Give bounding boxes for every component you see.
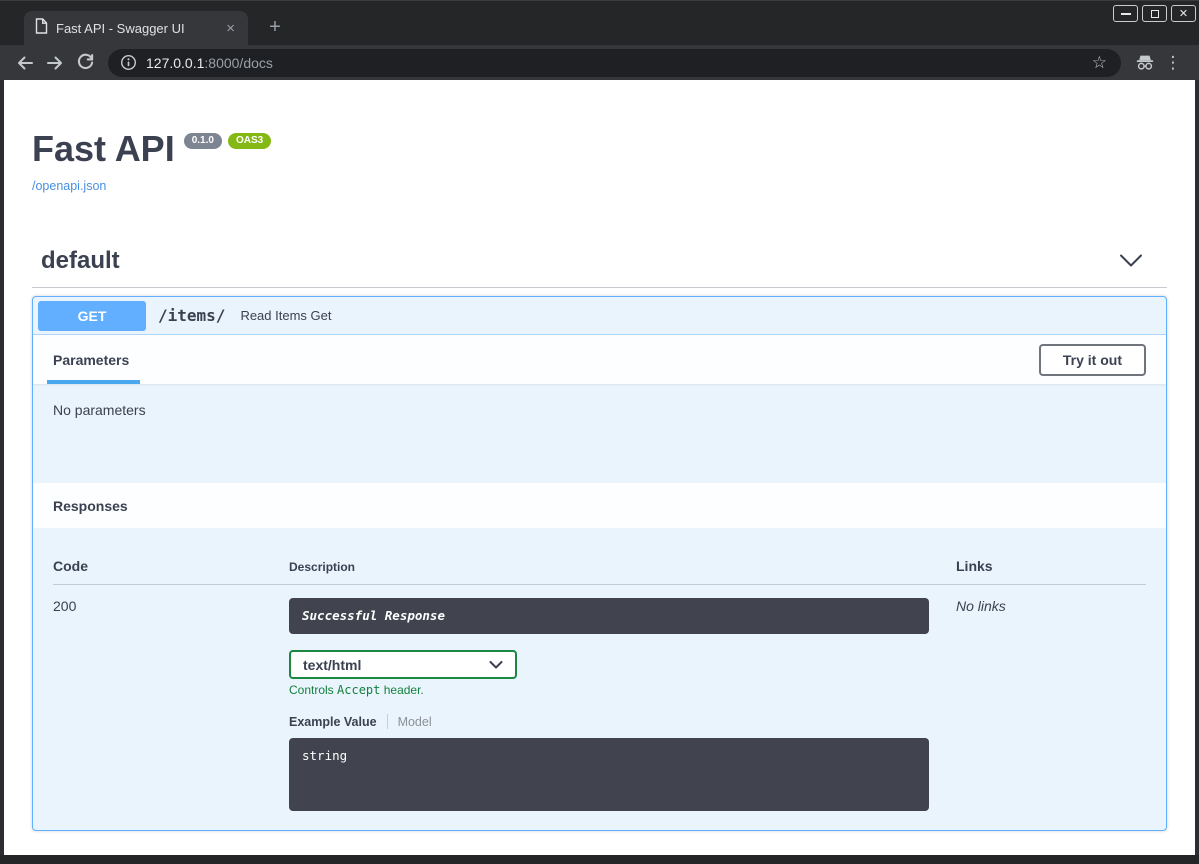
- op-summary[interactable]: GET /items/ Read Items Get: [33, 297, 1166, 335]
- response-links: No links: [956, 598, 1146, 614]
- page-favicon-icon: [35, 18, 48, 39]
- openapi-spec-link[interactable]: /openapi.json: [32, 179, 106, 193]
- browser-tab[interactable]: Fast API - Swagger UI ×: [24, 11, 248, 46]
- tag-section-default[interactable]: default: [32, 247, 1167, 288]
- responses-title: Responses: [53, 498, 128, 514]
- reload-button[interactable]: [70, 48, 100, 78]
- tab-model[interactable]: Model: [398, 715, 432, 729]
- page-content: Fast API 0.1.0 OAS3 /openapi.json defaul…: [4, 80, 1195, 855]
- hint-code: Accept: [337, 683, 380, 697]
- parameters-tab-underline: [47, 380, 140, 384]
- close-button[interactable]: ✕: [1171, 5, 1196, 22]
- site-info-icon[interactable]: [120, 54, 137, 71]
- titlebar: Fast API - Swagger UI × + ✕: [0, 0, 1199, 45]
- url-path: :8000/docs: [204, 55, 273, 71]
- back-button[interactable]: [10, 48, 40, 78]
- try-it-out-button[interactable]: Try it out: [1039, 344, 1146, 376]
- bookmark-star-icon[interactable]: ☆: [1092, 53, 1107, 73]
- media-type-value: text/html: [303, 657, 361, 673]
- maximize-icon: [1151, 10, 1159, 18]
- model-example-tabs: Example Value Model: [289, 714, 956, 729]
- new-tab-button[interactable]: +: [262, 14, 288, 40]
- response-description-cell: Successful Response text/html Controls A…: [289, 598, 956, 811]
- response-description: Successful Response: [289, 598, 929, 634]
- oas-badge: OAS3: [228, 133, 271, 149]
- browser-menu-button[interactable]: ⋮: [1159, 48, 1187, 78]
- column-header-links: Links: [956, 558, 1146, 574]
- reload-icon: [76, 53, 95, 72]
- no-parameters-message: No parameters: [33, 384, 1166, 483]
- column-header-code: Code: [53, 558, 289, 574]
- op-path: /items/: [158, 306, 225, 325]
- hint-suffix: header.: [380, 683, 423, 697]
- response-code: 200: [53, 598, 289, 614]
- minimize-icon: [1121, 13, 1131, 15]
- example-value-box: string: [289, 738, 929, 811]
- tag-name: default: [41, 247, 120, 275]
- parameters-header: Parameters Try it out: [33, 335, 1166, 384]
- media-type-select[interactable]: text/html: [289, 650, 517, 679]
- minimize-button[interactable]: [1113, 5, 1138, 22]
- version-badge: 0.1.0: [184, 133, 222, 149]
- tab-separator: [387, 714, 388, 729]
- swagger-ui: Fast API 0.1.0 OAS3 /openapi.json defaul…: [4, 128, 1195, 831]
- accept-header-hint: Controls Accept header.: [289, 683, 956, 697]
- maximize-button[interactable]: [1142, 5, 1167, 22]
- forward-button[interactable]: [40, 48, 70, 78]
- select-chevron-icon: [489, 661, 503, 669]
- response-row-200: 200 Successful Response text/html Contro…: [53, 585, 1146, 811]
- tab-title: Fast API - Swagger UI: [56, 21, 222, 36]
- url-host: 127.0.0.1: [146, 55, 204, 71]
- address-bar[interactable]: 127.0.0.1:8000/docs ☆: [108, 49, 1121, 77]
- page-title: Fast API: [32, 128, 175, 170]
- forward-arrow-icon: [45, 53, 65, 73]
- window-controls: ✕: [1113, 5, 1196, 22]
- window-frame-bottom: [0, 855, 1199, 864]
- title-badges: 0.1.0 OAS3: [184, 133, 271, 149]
- browser-toolbar: 127.0.0.1:8000/docs ☆ ⋮: [0, 45, 1199, 80]
- op-summary-text: Read Items Get: [240, 308, 331, 323]
- tab-example-value[interactable]: Example Value: [289, 715, 377, 729]
- incognito-icon: [1134, 54, 1156, 71]
- api-title-row: Fast API 0.1.0 OAS3: [32, 128, 1167, 170]
- chevron-down-icon[interactable]: [1119, 254, 1143, 268]
- parameters-title: Parameters: [53, 352, 129, 368]
- responses-body: Code Description Links 200 Successful Re…: [33, 528, 1166, 830]
- browser-window: Fast API - Swagger UI × + ✕: [0, 0, 1199, 864]
- url-text: 127.0.0.1:8000/docs: [146, 55, 273, 71]
- method-get-button[interactable]: GET: [38, 301, 146, 331]
- responses-table-header: Code Description Links: [53, 528, 1146, 585]
- hint-prefix: Controls: [289, 683, 337, 697]
- back-arrow-icon: [15, 53, 35, 73]
- opblock-get-items: GET /items/ Read Items Get Parameters Tr…: [32, 296, 1167, 831]
- incognito-indicator[interactable]: [1131, 48, 1159, 78]
- tab-close-icon[interactable]: ×: [222, 20, 239, 37]
- responses-header: Responses: [33, 483, 1166, 528]
- column-header-description: Description: [289, 560, 956, 574]
